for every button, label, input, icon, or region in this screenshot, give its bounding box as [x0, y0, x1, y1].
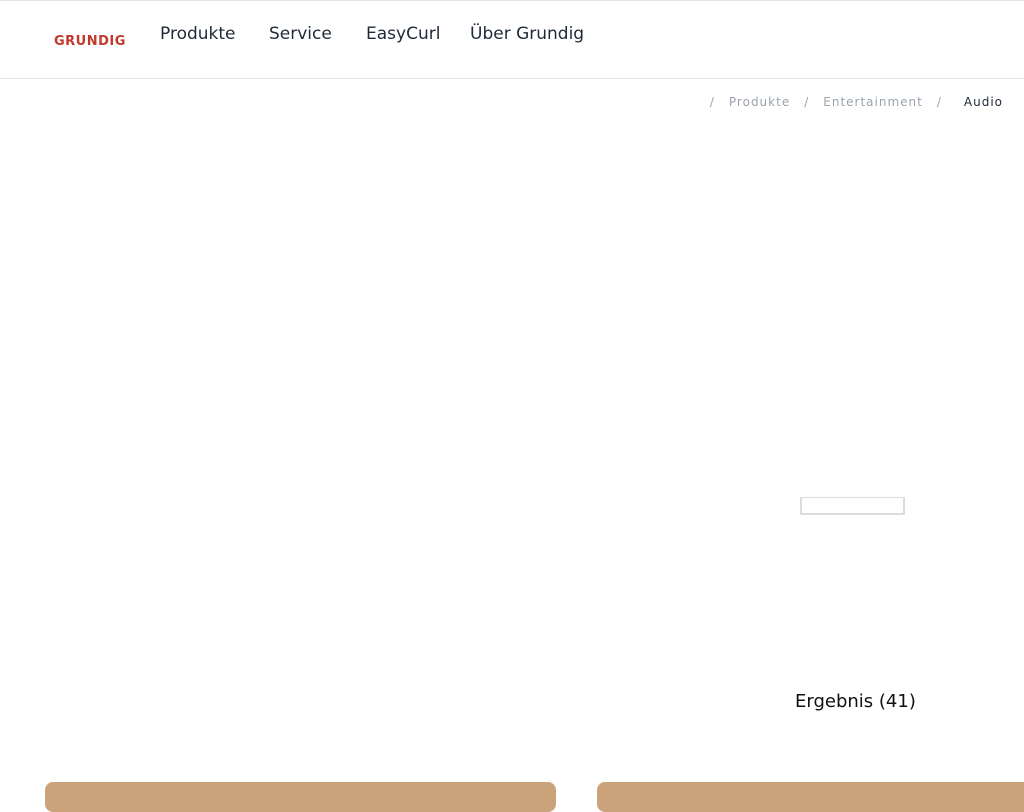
breadcrumb-separator: /: [936, 95, 942, 109]
result-count: Ergebnis (41): [795, 691, 916, 712]
nav-ueber-grundig[interactable]: Über Grundig: [470, 24, 584, 44]
breadcrumb-separator: /: [804, 95, 810, 109]
site-header: GRUNDIG Produkte Service EasyCurl Über G…: [0, 0, 1024, 79]
breadcrumb: / Produkte / Entertainment / Audio: [710, 95, 1003, 109]
product-card[interactable]: [45, 782, 556, 812]
empty-control[interactable]: [800, 497, 905, 515]
breadcrumb-separator: /: [709, 95, 715, 109]
breadcrumb-audio: Audio: [963, 95, 1003, 109]
nav-produkte[interactable]: Produkte: [160, 24, 236, 44]
product-card[interactable]: [597, 782, 1024, 812]
grundig-logo[interactable]: GRUNDIG: [54, 34, 126, 49]
nav-easycurl[interactable]: EasyCurl: [366, 24, 440, 44]
breadcrumb-entertainment[interactable]: Entertainment: [823, 95, 923, 109]
breadcrumb-produkte[interactable]: Produkte: [729, 95, 790, 109]
nav-service[interactable]: Service: [269, 24, 332, 44]
